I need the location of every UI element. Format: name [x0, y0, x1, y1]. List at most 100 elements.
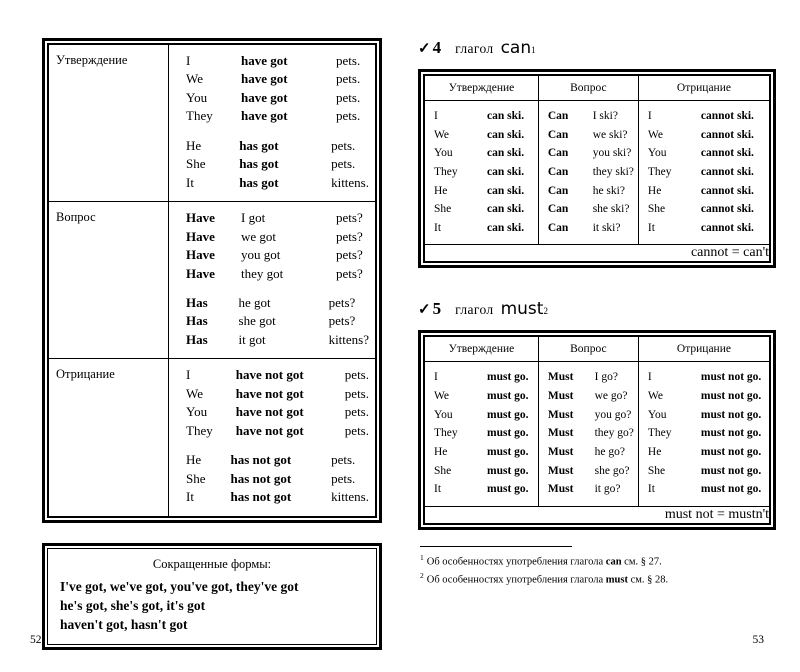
clause-group: He has got pets. She has got pets. It ha…: [169, 137, 369, 192]
pronoun: I: [434, 371, 438, 384]
page-right: ✓ 4 глагол can 1 Утверждение Вопрос Отриц…: [400, 0, 800, 672]
object: pets.: [344, 422, 369, 438]
auxiliary: Must: [547, 483, 574, 496]
predicate: you go?: [594, 408, 632, 421]
predicate: cannot ski.: [700, 147, 754, 160]
auxiliary: have got: [241, 89, 288, 105]
predicate: must go.: [487, 427, 529, 440]
clause-row: Can he ski?: [539, 182, 634, 201]
must-table-body: I must go. We must go. You must go. They…: [424, 361, 771, 524]
clause-row: Must she go?: [539, 462, 634, 481]
table-row: I can ski. We can ski. You can ski. They…: [424, 99, 771, 246]
clause-row: Can they ski?: [539, 163, 634, 182]
auxiliary: Must: [547, 371, 574, 384]
predicate: must not go.: [700, 390, 762, 402]
pronoun: She: [186, 156, 206, 172]
clause-row: You can ski.: [425, 144, 524, 163]
contraction-note: must not = mustn't: [424, 505, 770, 524]
subject-verb: it got: [238, 331, 266, 347]
pronoun: You: [434, 408, 453, 421]
object: pets.: [331, 452, 356, 468]
object: pets.: [344, 367, 369, 383]
clause-row: They cannot ski.: [639, 163, 754, 182]
page-left: Утверждение I have got pets. We have got…: [0, 0, 400, 672]
clause-row: Must it go?: [539, 480, 634, 499]
table-row: Отрицание I have not got pets. We have n…: [48, 358, 376, 517]
pronoun: You: [647, 147, 667, 160]
clause-row: I must not go.: [639, 368, 761, 387]
pronoun: It: [434, 483, 442, 496]
predicate: they go?: [594, 427, 634, 440]
predicate: cannot ski.: [700, 165, 754, 178]
object: pets.: [331, 137, 356, 153]
group-gap: [169, 126, 369, 137]
clause-row: It cannot ski.: [639, 219, 754, 238]
pronoun: She: [434, 464, 452, 477]
pronoun: She: [434, 203, 452, 216]
pronoun: I: [186, 367, 191, 383]
predicate: can ski.: [487, 110, 525, 122]
pronoun: We: [186, 385, 203, 401]
footnote-reference: 2: [543, 306, 548, 317]
section-heading-can: ✓ 4 глагол can 1: [418, 38, 776, 58]
table-row: Вопрос Have I got pets? Have we got pets…: [48, 201, 376, 360]
row-label-affirmative: Утверждение: [48, 43, 169, 203]
clause-row: Has she got pets?: [169, 312, 369, 330]
object: kittens?: [328, 331, 369, 347]
short-forms-line: he's got, she's got, it's got: [60, 597, 206, 613]
table-header-row: Утверждение Вопрос Отрицание: [424, 336, 771, 363]
clause-row: He cannot ski.: [639, 182, 754, 201]
book-spread: Утверждение I have got pets. We have got…: [0, 0, 800, 672]
predicate: it go?: [594, 483, 621, 496]
footnote-verb: can: [605, 556, 622, 568]
predicate: cannot ski.: [700, 184, 754, 197]
clause-row: Must he go?: [539, 443, 634, 462]
pronoun: I: [434, 110, 438, 122]
pronoun: He: [647, 184, 662, 197]
subject-verb: we got: [241, 228, 277, 244]
short-forms-title: Сокращенные формы:: [152, 556, 272, 571]
pronoun: We: [186, 71, 203, 87]
have-got-table: Утверждение I have got pets. We have got…: [48, 43, 376, 517]
clause-row: Have you got pets?: [169, 246, 363, 264]
predicate: he go?: [594, 445, 625, 458]
checkmark-icon: ✓: [418, 41, 431, 57]
clause-row: Can she ski?: [539, 200, 634, 219]
clause-row: They must go.: [425, 424, 529, 443]
predicate: can ski.: [487, 165, 525, 178]
clause-row: We can ski.: [425, 126, 524, 145]
clause-row: She must go.: [425, 462, 529, 481]
clause-row: You have got pets.: [169, 89, 360, 107]
auxiliary: Has: [186, 313, 208, 329]
column-header-affirmative: Утверждение: [424, 75, 539, 101]
must-block: ✓ 5 глагол must 2 Утверждение Вопрос Отри…: [418, 299, 776, 530]
clause-row: I have got pets.: [169, 52, 360, 70]
clause-row: It can ski.: [425, 219, 524, 238]
predicate: must not go.: [700, 483, 762, 496]
have-got-table-frame: Утверждение I have got pets. We have got…: [42, 38, 382, 523]
predicate: must not go.: [700, 408, 762, 421]
can-table-head: Утверждение Вопрос Отрицание: [424, 75, 771, 101]
pronoun: They: [186, 422, 213, 438]
predicate: we go?: [594, 390, 628, 402]
group-gap: [169, 283, 369, 294]
object: pets.: [331, 470, 356, 486]
clause-row: We have got pets.: [169, 70, 360, 88]
auxiliary: Can: [547, 128, 569, 141]
clause-row: Must they go?: [539, 424, 634, 443]
clause-row: We cannot ski.: [639, 126, 754, 145]
subject-verb: she got: [238, 313, 276, 329]
short-forms-line: I've got, we've got, you've got, they've…: [60, 578, 299, 594]
predicate: must not go.: [700, 427, 762, 440]
pronoun: It: [647, 221, 655, 234]
pronoun: He: [186, 452, 202, 468]
clause-group: He has not got pets. She has not got pet…: [169, 451, 369, 506]
clause-row: He must go.: [425, 443, 529, 462]
clause-row: Has he got pets?: [169, 294, 369, 312]
clause-row: He can ski.: [425, 182, 524, 201]
predicate: we ski?: [592, 128, 628, 141]
pronoun: He: [186, 137, 202, 153]
footnote-item: 1 Об особенностях употребления глагола ca…: [420, 552, 776, 570]
column-affirmative: I can ski. We can ski. You can ski. They…: [424, 99, 539, 246]
footnote-marker: 2: [420, 571, 424, 580]
